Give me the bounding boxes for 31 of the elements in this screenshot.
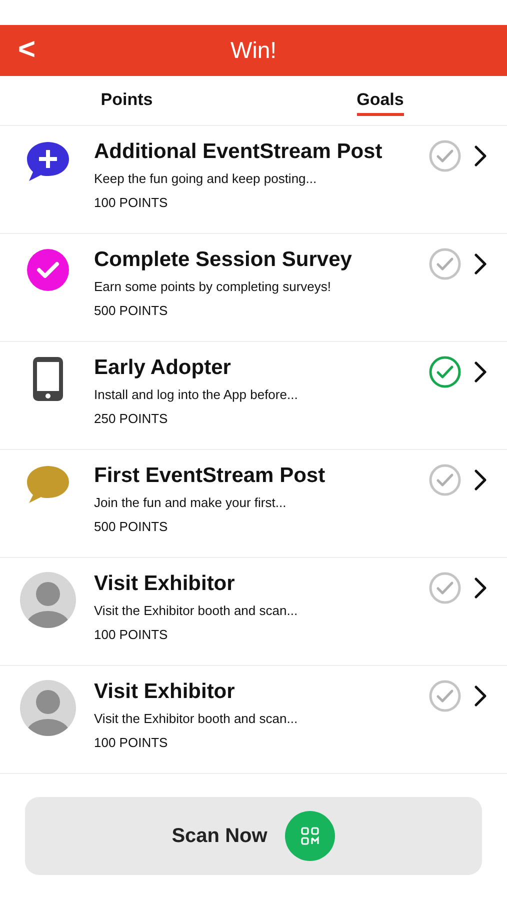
qr-code-icon [285,811,336,861]
goal-points: 100 POINTS [94,735,169,750]
goal-points: 500 POINTS [94,303,169,318]
goal-points: 250 POINTS [94,411,169,426]
scan-now-button[interactable]: Scan Now [25,797,482,875]
chevron-right-icon[interactable] [473,145,487,167]
tab[interactable]: Goals [356,86,404,116]
goal-title: Visit Exhibitor [94,572,236,596]
goal-description: Visit the Exhibitor booth and scan... [94,603,299,618]
goal-description: Install and log into the App before... [94,387,299,402]
goal-title: Early Adopter [94,356,232,380]
goal-description: Visit the Exhibitor booth and scan... [94,711,299,726]
chevron-right-icon[interactable] [473,361,487,383]
chevron-right-icon[interactable] [473,685,487,707]
goal-description: Join the fun and make your first... [94,495,288,510]
back-button[interactable]: < [18,33,36,67]
goal-description: Earn some points by completing surveys! [94,279,332,294]
chevron-right-icon[interactable] [473,253,487,275]
goal-points: 100 POINTS [94,195,169,210]
goal-title: First EventStream Post [94,464,326,488]
goal-description: Keep the fun going and keep posting... [94,171,318,186]
chevron-right-icon[interactable] [473,577,487,599]
goal-title: Additional EventStream Post [94,140,384,164]
goal-title: Visit Exhibitor [94,680,236,704]
goal-title: Complete Session Survey [94,248,353,272]
phone-icon [32,356,64,402]
chevron-right-icon[interactable] [473,469,487,491]
screen-title: Win! [230,37,276,64]
goal-points: 100 POINTS [94,627,169,642]
goal-points: 500 POINTS [94,519,169,534]
tab[interactable]: Points [100,86,153,116]
